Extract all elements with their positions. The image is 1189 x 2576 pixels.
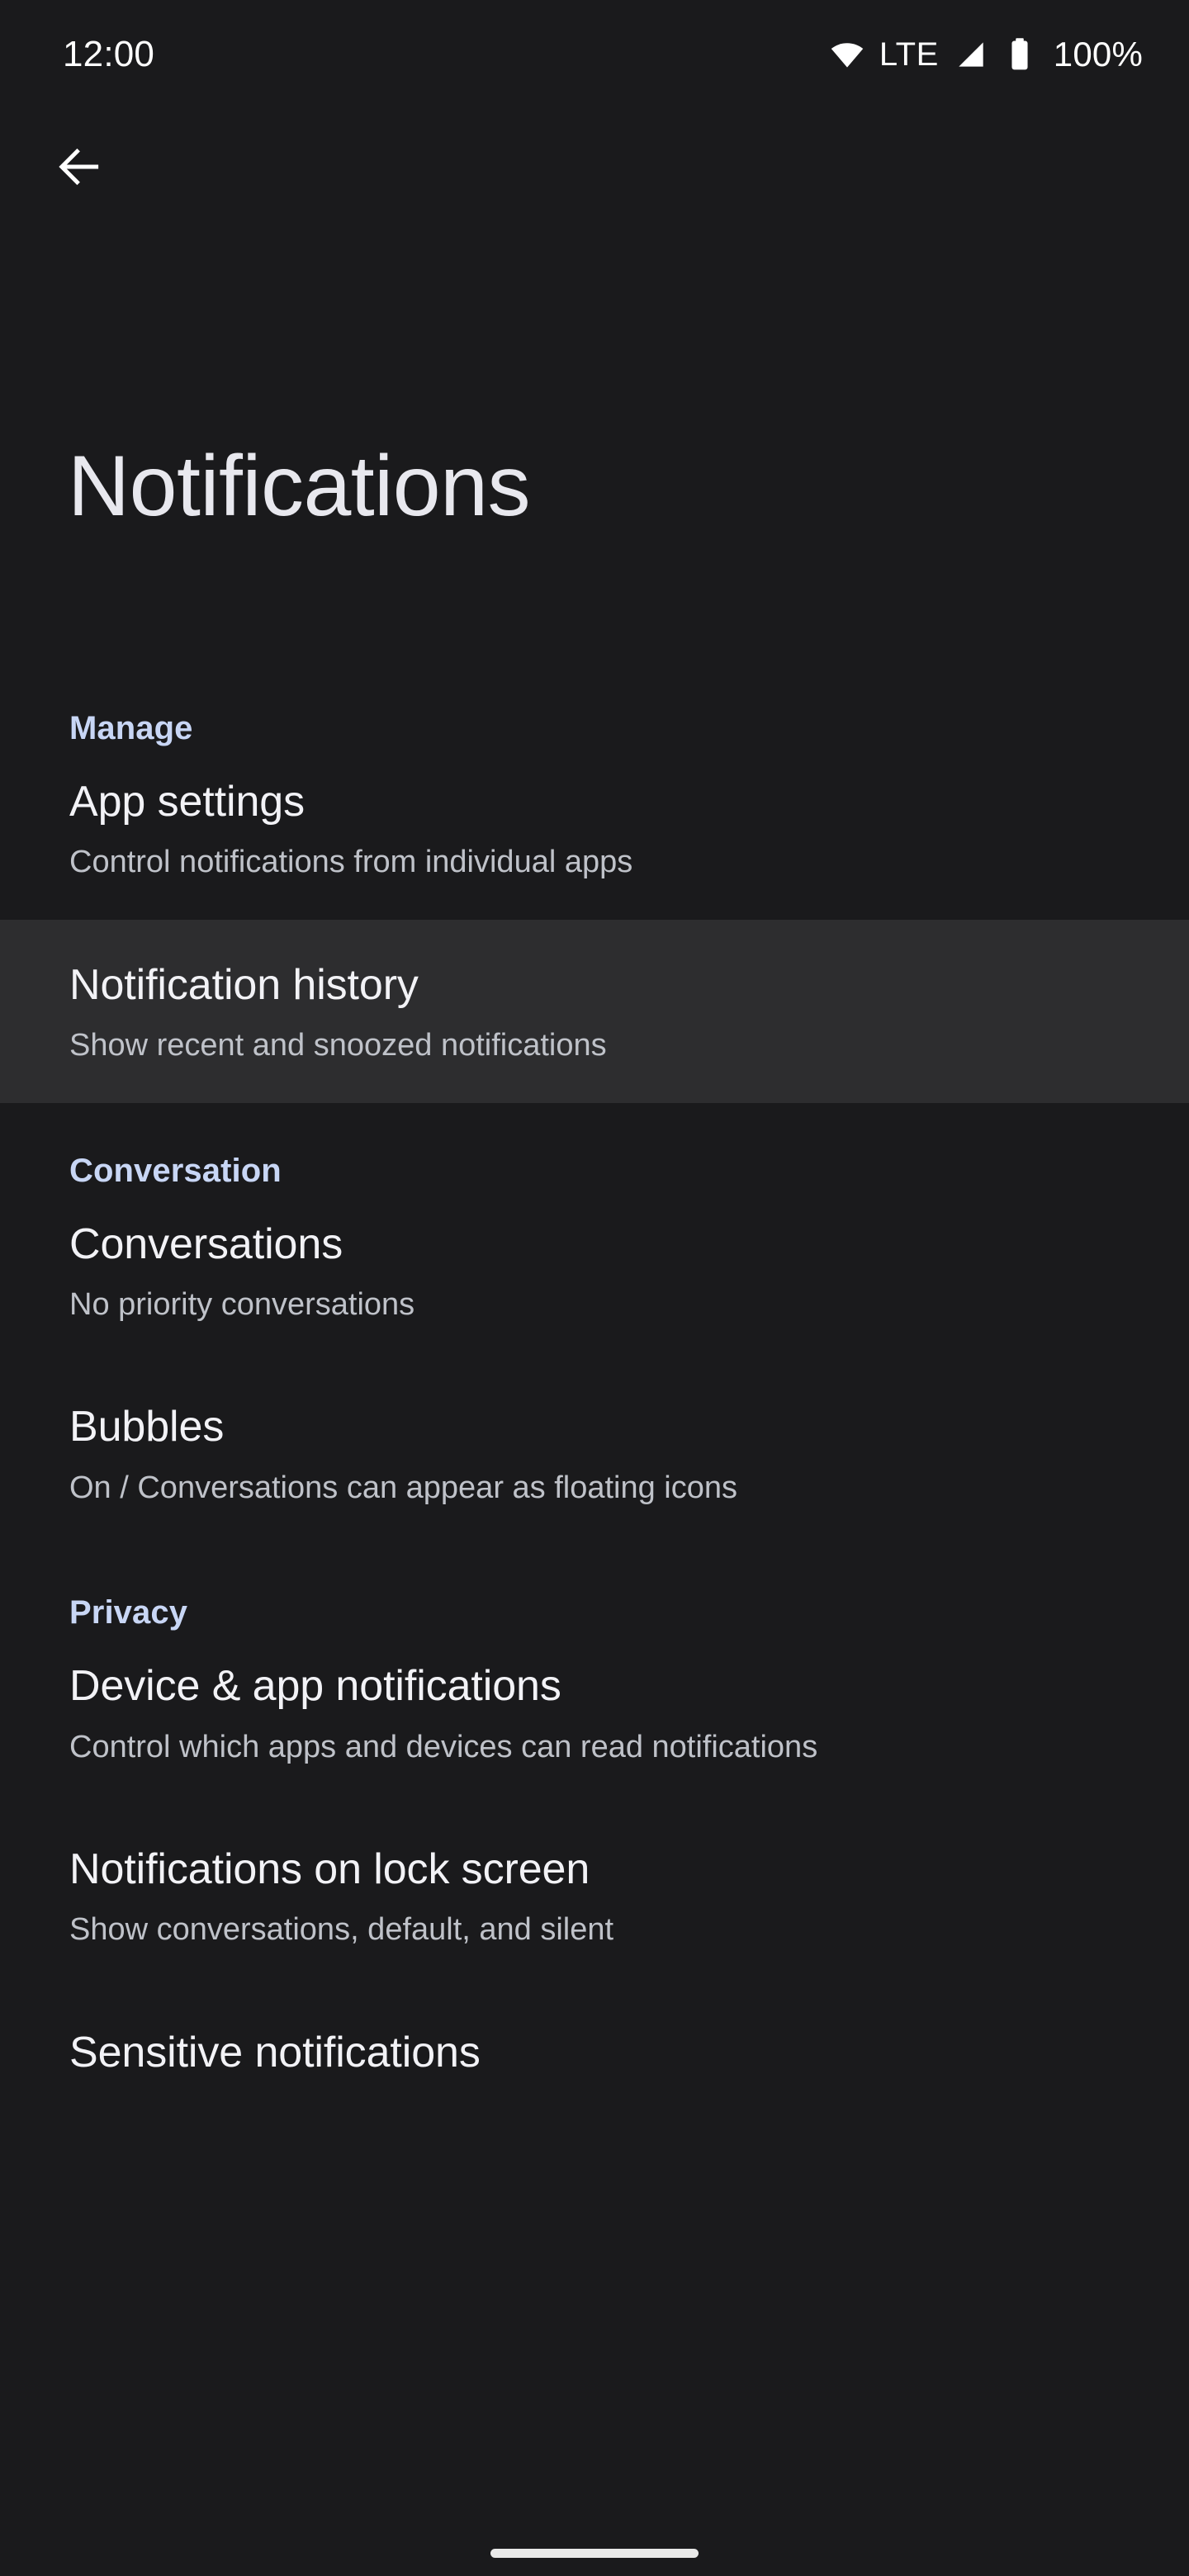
list-item-app-settings[interactable]: App settings Control notifications from …	[0, 745, 1189, 920]
list-item-conversations[interactable]: Conversations No priority conversations	[0, 1187, 1189, 1362]
list-item-title: Bubbles	[69, 1403, 225, 1451]
list-item-title: Notifications on lock screen	[69, 1845, 590, 1894]
list-item-summary: On / Conversations can appear as floatin…	[69, 1470, 738, 1505]
section-header-privacy: Privacy	[69, 1594, 188, 1631]
status-bar-clock: 12:00	[63, 34, 155, 74]
wifi-icon	[829, 36, 865, 73]
settings-list: Manage App settings Control notification…	[0, 661, 1189, 2114]
list-item-summary: Control notifications from individual ap…	[69, 845, 633, 880]
list-item-summary: Control which apps and devices can read …	[69, 1729, 818, 1764]
list-item-title: Sensitive notifications	[69, 2028, 481, 2076]
list-item-title: Notification history	[69, 960, 419, 1009]
list-item-summary: Show recent and snoozed notifications	[69, 1028, 607, 1063]
arrow-back-icon	[54, 141, 105, 192]
list-item-summary: Show conversations, default, and silent	[69, 1912, 614, 1948]
list-item-sensitive-notifications[interactable]: Sensitive notifications	[0, 1987, 1189, 2114]
back-button[interactable]	[30, 117, 129, 216]
gesture-navigation-bar[interactable]	[490, 2549, 699, 2558]
page-title: Notifications	[68, 438, 530, 534]
list-item-notification-history[interactable]: Notification history Show recent and sno…	[0, 919, 1189, 1103]
list-item-title: Conversations	[69, 1219, 343, 1268]
section-header-conversation: Conversation	[69, 1152, 282, 1189]
status-bar: 12:00 LTE 100%	[0, 0, 1189, 109]
battery-icon	[1003, 36, 1036, 73]
battery-percent-label: 100%	[1053, 35, 1143, 73]
section-header-manage: Manage	[69, 710, 193, 746]
list-item-summary: No priority conversations	[69, 1286, 415, 1322]
list-item-title: App settings	[69, 778, 305, 826]
list-item-device-and-app-notifications[interactable]: Device & app notifications Control which…	[0, 1629, 1189, 1804]
status-bar-indicators: LTE 100%	[829, 36, 1143, 73]
settings-notifications-screen: 12:00 LTE 100% Notifications Manage App …	[0, 0, 1189, 2576]
list-item-bubbles[interactable]: Bubbles On / Conversations can appear as…	[0, 1361, 1189, 1545]
signal-icon	[953, 36, 989, 73]
list-item-title: Device & app notifications	[69, 1662, 561, 1711]
list-item-notifications-on-lock-screen[interactable]: Notifications on lock screen Show conver…	[0, 1804, 1189, 1987]
network-type-label: LTE	[879, 36, 939, 73]
toolbar	[0, 109, 1189, 225]
